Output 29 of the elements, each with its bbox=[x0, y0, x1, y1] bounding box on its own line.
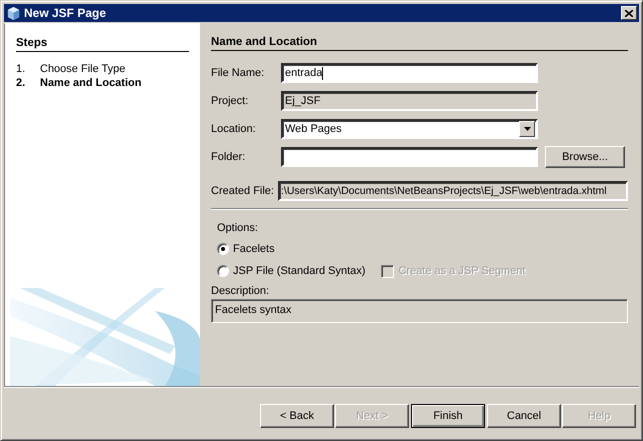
window-title: New JSF Page bbox=[24, 6, 108, 20]
section-heading: Name and Location bbox=[211, 36, 628, 51]
field-label: Location: bbox=[211, 123, 257, 135]
field-label: Created File: bbox=[211, 185, 274, 197]
field-label: Folder: bbox=[211, 151, 246, 163]
radio-label[interactable]: JSP File (Standard Syntax) bbox=[233, 265, 366, 277]
step-item: 2. Name and Location bbox=[16, 76, 142, 90]
description-box: Facelets syntax bbox=[211, 299, 628, 323]
caret-icon bbox=[524, 127, 530, 131]
step-item: 1. Choose File Type bbox=[16, 62, 126, 76]
close-icon bbox=[625, 10, 633, 16]
wizard-button[interactable]: Finish bbox=[411, 404, 485, 428]
description-label: Description: bbox=[211, 285, 270, 297]
wizard-button[interactable]: < Back bbox=[260, 404, 334, 428]
field-label: File Name: bbox=[211, 67, 266, 79]
radio-button[interactable] bbox=[217, 265, 229, 277]
browse-button[interactable]: Browse... bbox=[545, 146, 625, 168]
created-file-field: :\Users\Katy\Documents\NetBeansProjects\Ej_JSF\web\entrada.xhtml bbox=[278, 181, 628, 201]
location-dropdown[interactable]: Web Pages bbox=[281, 119, 538, 139]
radio-button[interactable] bbox=[217, 243, 229, 255]
text-field[interactable]: entrada bbox=[281, 63, 538, 83]
folder-field[interactable] bbox=[281, 147, 538, 167]
radio-label[interactable]: Facelets bbox=[233, 243, 275, 255]
options-label: Options: bbox=[217, 222, 259, 234]
cube-icon bbox=[6, 6, 21, 20]
wizard-button[interactable]: Cancel bbox=[487, 404, 561, 428]
field-label: Project: bbox=[211, 95, 250, 107]
steps-heading: Steps bbox=[16, 37, 189, 52]
close-button[interactable] bbox=[621, 6, 637, 20]
